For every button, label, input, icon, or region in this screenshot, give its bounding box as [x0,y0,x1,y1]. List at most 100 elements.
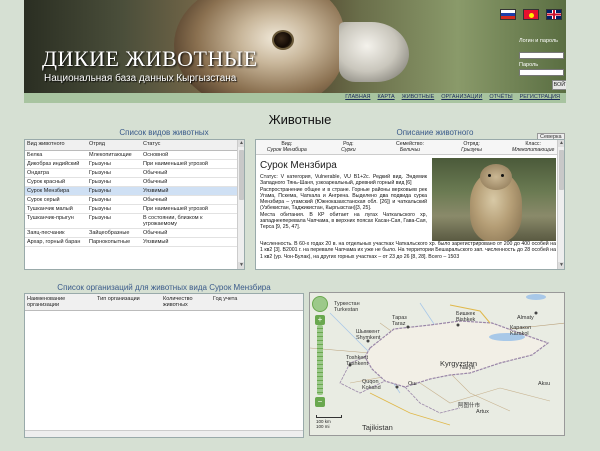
description-scroll-thumb[interactable] [559,150,564,190]
species-cell-status: Обычный [141,168,238,178]
animal-name: Сурок Мензбира [260,160,337,171]
species-cell-name: Дикобраз индийский [25,159,87,169]
map-label-tashkent: Toshkent Tashkent [346,355,369,367]
map-label-osh: Ош [408,381,417,387]
map-country-tajikistan: Tajikistan [362,423,393,432]
species-col-status[interactable]: Статус [141,140,238,151]
zoom-out-button[interactable]: − [315,397,325,407]
scroll-down-icon[interactable]: ▼ [558,262,564,269]
species-row[interactable]: Белка Млекопитающие Основной [25,150,238,160]
species-cell-status: Уязвимый [141,237,238,247]
desc-distribution: Распространение общее и в стране. Горные… [260,186,427,212]
map-label-bishkek: Бишкек Bishkek [456,311,476,323]
map-label-karakol: Каракол Karakol [510,325,531,337]
description-taxonomy: Вид: Сурок Мензбира Род: Сурки Семейство: Б… [256,140,564,155]
species-row[interactable]: Тушканчик малый Грызуны При наименьшей угр… [25,204,238,214]
species-section-title: Список видов животных [119,128,209,137]
site-subtitle: Национальная база данных Кыргызстана [44,73,237,84]
org-col-count[interactable]: Количество животных [161,294,211,310]
nav-item-home[interactable]: ГЛАВНАЯ [345,94,370,100]
taxon-family: Семейство: Беличьи [395,141,424,153]
species-cell-name: Тушканчик малый [25,204,87,214]
map-label-kashgar: 阿图什市 [458,403,481,409]
species-cell-order: Грызуны [87,186,141,196]
species-row[interactable]: Дикобраз индийский Грызуны При наименьшей … [25,159,238,169]
species-cell-name: Сурок серый [25,195,87,205]
map-label-taraz: Тараз Taraz [392,315,407,327]
species-col-name[interactable]: Вид животного [25,140,87,151]
species-cell-name: Заяц-песчаник [25,228,87,238]
species-cell-status: Обычный [141,228,238,238]
species-scroll-thumb[interactable] [239,150,244,200]
flag-gb-icon[interactable] [546,9,562,20]
map-label-quqon: Quqon Kokand [362,379,381,391]
species-row[interactable]: Тушканчик-прыгун Грызуны В состоянии, близ… [25,213,238,229]
nav-item-map[interactable]: КАРТА [377,94,394,100]
species-col-order[interactable]: Отряд [87,140,141,151]
species-cell-order: Грызуны [87,177,141,187]
eagle-eye [272,30,294,50]
org-scrollbar[interactable] [25,430,303,437]
flag-kg-icon[interactable] [523,9,539,20]
species-row[interactable]: Архар, горный баран Парнокопытные Уязвимый [25,237,238,247]
species-row[interactable]: Заяц-песчаник Зайцеобразные Обычный [25,228,238,238]
species-cell-name: Ондатра [25,168,87,178]
map-label-artux: Artux [476,409,489,415]
map-label-turkestan: Туркестан Turkestan [334,301,360,313]
species-cell-order: Млекопитающие [87,150,141,160]
map-scale: 100 km 100 mi [316,415,342,429]
species-cell-order: Зайцеобразные [87,228,141,238]
org-table-header: Наименование организации Тип организации… [25,294,303,311]
site-header: ДИКИЕ ЖИВОТНЫЕ Национальная база данных … [24,0,566,93]
description-scrollbar[interactable]: ▲ ▼ [557,140,564,269]
species-cell-status: Обычный [141,195,238,205]
species-cell-name: Белка [25,150,87,160]
login-label: Логин и пароль [519,38,559,44]
map-scale-mi: 100 mi [316,424,330,429]
animal-description: Статус: V категория, Vulnerable, VU B1+2… [260,174,427,231]
species-cell-status: При наименьшей угрозой [141,159,238,169]
map-view[interactable]: + − Туркестан Turkestan Тараз Taraz Бишк… [309,292,565,436]
species-cell-name: Архар, горный баран [25,237,87,247]
species-row[interactable]: Сурок Мензбира Грызуны Уязвимый [25,186,238,196]
zoom-slider[interactable] [317,325,323,395]
scroll-up-icon[interactable]: ▲ [238,140,244,147]
flag-ru-icon[interactable] [500,9,516,20]
map-country-kyrgyzstan: Kyrgyzstan [440,359,478,368]
taxon-order: Отряд: Грызуны [461,141,482,153]
map-label-almaty: Almaty [517,315,534,321]
nav-item-reports[interactable]: ОТЧЁТЫ [489,94,512,100]
nav-item-animals[interactable]: ЖИВОТНЫЕ [402,94,435,100]
species-row[interactable]: Сурок серый Грызуны Обычный [25,195,238,205]
species-scrollbar[interactable]: ▲ ▼ [237,140,244,269]
org-col-year[interactable]: Год учета [211,294,251,310]
login-button[interactable]: ВОЙТИ [552,80,566,90]
page-title: Животные [268,112,332,127]
nav-item-organizations[interactable]: ОРГАНИЗАЦИИ [441,94,482,100]
zoom-in-button[interactable]: + [315,315,325,325]
species-row[interactable]: Сурок красный Грызуны Обычный [25,177,238,187]
species-cell-name: Сурок красный [25,177,87,187]
species-row[interactable]: Ондатра Грызуны Обычный [25,168,238,178]
taxon-class: Класс: Млекопитающие [511,141,555,153]
login-input[interactable] [519,52,564,59]
scroll-up-icon[interactable]: ▲ [558,140,564,147]
org-col-type[interactable]: Тип организации [95,294,161,310]
map-label-aksu: Aksu [538,381,551,387]
org-section-title: Список организаций для животных вида Сур… [57,283,271,292]
description-section-title: Описание животного [396,128,474,137]
site-title: ДИКИЕ ЖИВОТНЫЕ [42,46,258,71]
main-nav: ГЛАВНАЯ КАРТА ЖИВОТНЫЕ ОРГАНИЗАЦИИ ОТЧЁТ… [24,93,566,103]
scroll-down-icon[interactable]: ▼ [238,262,244,269]
password-input[interactable] [519,69,564,76]
species-table: Вид животного Отряд Статус Белка Млекопит… [25,140,238,247]
species-cell-status: В состоянии, близком к угрожаемому [141,213,238,229]
map-pan-control[interactable] [312,296,328,312]
desc-status: Статус: V категория, Vulnerable, VU B1+2… [260,174,427,187]
species-panel: Вид животного Отряд Статус Белка Млекопит… [24,139,245,270]
taxon-genus: Род: Сурки [341,141,356,153]
nav-item-registration[interactable]: РЕГИСТРАЦИЯ [520,94,560,100]
org-col-name[interactable]: Наименование организации [25,294,95,310]
marmot-photo [432,158,556,241]
species-cell-order: Грызуны [87,195,141,205]
